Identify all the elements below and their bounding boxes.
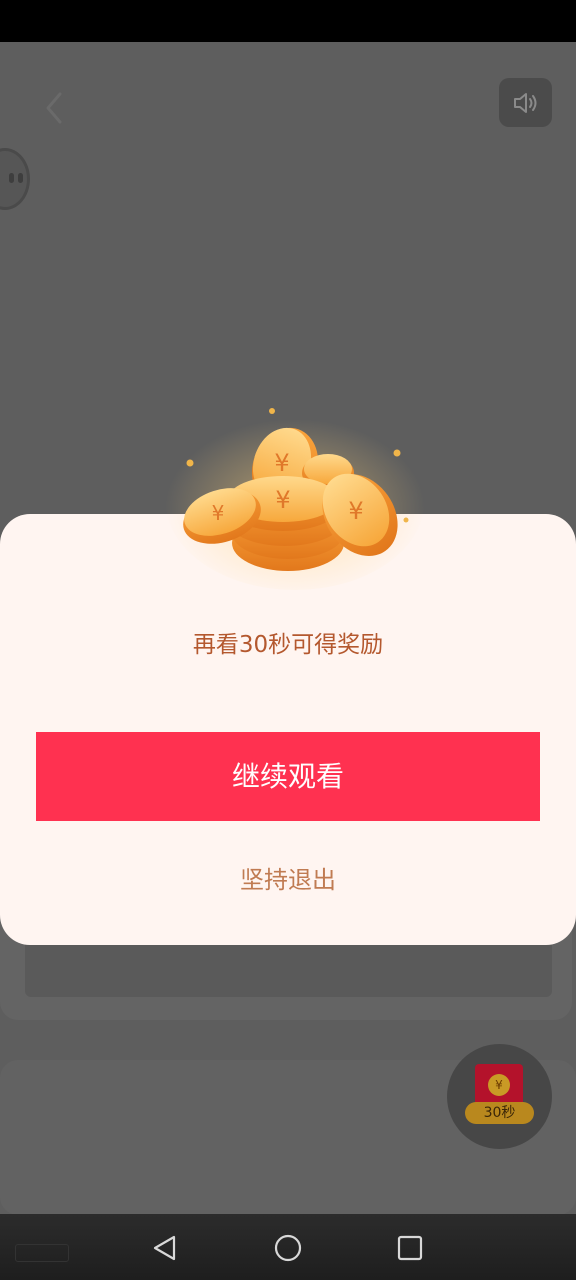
redpacket-widget[interactable]: ¥ 30秒 [447, 1044, 552, 1149]
sound-button[interactable] [499, 78, 552, 127]
svg-text:¥: ¥ [274, 449, 289, 477]
nav-hint-box [15, 1244, 69, 1262]
triangle-back-icon[interactable] [149, 1232, 181, 1264]
coins-icon: ¥ ¥ ¥ ¥ [165, 408, 425, 590]
navigation-bar [0, 1214, 576, 1280]
exit-button[interactable]: 坚持退出 [188, 860, 388, 900]
reward-message: 再看30秒可得奖励 [192, 632, 384, 658]
avatar[interactable] [0, 148, 30, 210]
svg-text:¥: ¥ [348, 497, 363, 525]
circle-home-icon[interactable] [272, 1232, 304, 1264]
svg-text:¥: ¥ [212, 501, 225, 525]
continue-watching-button[interactable]: 继续观看 [36, 732, 540, 821]
yuan-coin-icon: ¥ [488, 1074, 510, 1096]
redpacket-timer: 30秒 [465, 1102, 534, 1124]
svg-text:¥: ¥ [275, 486, 290, 514]
chevron-left-icon[interactable] [38, 88, 72, 128]
status-bar [0, 0, 576, 42]
square-recents-icon[interactable] [394, 1232, 426, 1264]
speaker-icon [513, 92, 536, 113]
